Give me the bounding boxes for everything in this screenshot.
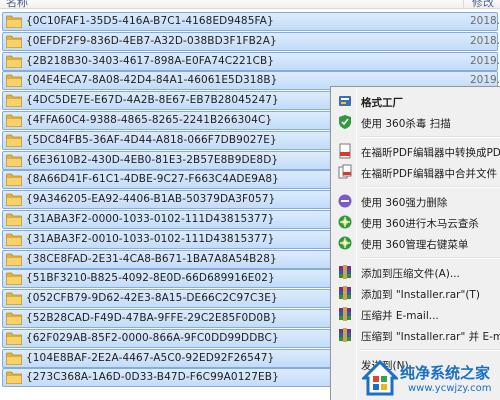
menu-item-pdf-convert[interactable]: 在福昕PDF编辑器中转换成PDF <box>333 141 500 161</box>
file-name: {104E8BAF-2E2A-4467-A5C0-92ED92F26547} <box>26 352 275 364</box>
watermark-url: www.ycwjzy.com <box>408 383 492 394</box>
menu-separator <box>359 349 500 351</box>
menu-item-label: 格式工厂 <box>361 97 403 109</box>
menu-item-label: 添加到 "Installer.rar"(T) <box>361 289 480 301</box>
file-date: 2019. <box>470 55 500 67</box>
context-menu: 格式工厂使用 360杀毒 扫描在福昕PDF编辑器中转换成PDF 在福昕PDF编辑器… <box>330 86 500 400</box>
360-context-menu-icon <box>338 236 352 250</box>
menu-item-format-factory[interactable]: 格式工厂 <box>333 91 500 111</box>
file-name: {8A66D41F-61C1-4DBE-9C27-F663C4ADE9A8} <box>26 173 279 185</box>
folder-icon <box>6 55 22 68</box>
menu-item-pdf-merge[interactable]: 在福昕PDF编辑器中合并文件 <box>333 162 500 182</box>
file-row[interactable]: {0EFDF2F9-836D-4EB7-A32D-038BD3F1FB2A} 20… <box>0 32 500 51</box>
column-divider[interactable] <box>463 0 464 8</box>
menu-item-label: 使用 360管理右键菜单 <box>361 239 469 251</box>
file-name: {4FFA60C4-9388-4865-8265-2241B266304C} <box>26 114 273 126</box>
menu-item-label: 使用 360杀毒 扫描 <box>361 118 451 130</box>
folder-icon <box>6 233 22 246</box>
folder-icon <box>6 371 22 384</box>
menu-item-360-context-menu[interactable]: 使用 360管理右键菜单 <box>333 233 500 253</box>
file-name: {0C10FAF1-35D5-416A-B7C1-4168ED9485FA} <box>26 15 274 27</box>
winrar-add-named-icon <box>339 286 351 300</box>
360-trojan-scan-icon <box>338 215 352 229</box>
menu-item-label: 在福昕PDF编辑器中转换成PDF <box>361 147 500 159</box>
file-name: {052CFB79-9D62-42E3-8A15-DE66C2C97C3E} <box>26 292 278 304</box>
file-name: {04E4ECA7-8A08-42D4-84A1-46061E5D318B} <box>26 74 278 86</box>
format-factory-icon <box>339 96 351 106</box>
column-header: 名称 修改日 <box>0 0 500 9</box>
file-name: {0EFDF2F9-836D-4EB7-A32D-038BD3F1FB2A} <box>26 35 277 47</box>
menu-separator <box>359 136 500 138</box>
file-name: {273C368A-1A6D-0D33-B47D-F6C99A0127EB} <box>26 371 279 383</box>
menu-item-360-antivirus[interactable]: 使用 360杀毒 扫描 <box>333 112 500 132</box>
file-row[interactable]: {2B218B30-3403-4617-898A-E0FA74C221CB} 20… <box>0 52 500 71</box>
file-name: {4DC5DE7E-E67D-4A2B-8E67-EB7B28045247} <box>26 94 279 106</box>
name-column-header[interactable]: 名称 <box>6 0 28 8</box>
pdf-convert-icon <box>339 143 351 159</box>
watermark-logo: 纯净系统之家 www.ycwjzy.com <box>362 356 500 400</box>
menu-item-label: 使用 360强力删除 <box>361 197 448 209</box>
folder-icon <box>6 114 22 127</box>
folder-icon <box>6 332 22 345</box>
winrar-compress-email-icon <box>339 328 351 342</box>
menu-item-winrar-add[interactable]: 添加到压缩文件(A)... <box>333 262 500 282</box>
pdf-merge-icon <box>338 164 352 179</box>
360-force-delete-icon <box>338 194 352 208</box>
watermark-title: 纯净系统之家 <box>400 364 491 382</box>
menu-item-360-trojan-scan[interactable]: 使用 360进行木马云查杀 <box>333 212 500 232</box>
menu-item-label: 压缩并 E-mail... <box>361 310 439 322</box>
file-name: {2B218B30-3403-4617-898A-E0FA74C221CB} <box>26 55 275 67</box>
watermark-house-icon <box>362 359 398 396</box>
folder-icon <box>6 272 22 285</box>
folder-icon <box>6 173 22 186</box>
file-name: {31ABA3F2-0010-1033-0102-111D43815377} <box>26 233 275 245</box>
menu-item-label: 在福昕PDF编辑器中合并文件 <box>361 168 497 180</box>
menu-separator <box>359 186 500 188</box>
menu-separator <box>359 257 500 259</box>
file-name: {51BF3210-B825-4092-8E0D-66D689916E02} <box>26 272 275 284</box>
folder-icon <box>6 134 22 147</box>
winrar-add-icon <box>339 265 351 279</box>
folder-icon <box>6 35 22 48</box>
folder-icon <box>6 292 22 305</box>
file-name: {62F029AB-85F2-0000-866A-9FC0DD99DDBC} <box>26 332 279 344</box>
file-name: {9A346205-EA92-4406-B1AB-50379DA3F057} <box>26 193 276 205</box>
menu-item-label: 添加到压缩文件(A)... <box>361 268 460 280</box>
folder-icon <box>6 154 22 167</box>
file-date: 2018. <box>470 35 500 47</box>
menu-item-winrar-email[interactable]: 压缩并 E-mail... <box>333 304 500 324</box>
folder-icon <box>6 312 22 325</box>
file-name: {5DC84FB5-36AF-4D44-A818-066F7DB9027E} <box>26 134 277 146</box>
file-name: {38CE8FAD-2E31-4CA8-B671-1BA7A8A54B28} <box>26 253 277 265</box>
folder-icon <box>6 213 22 226</box>
menu-item-360-force-delete[interactable]: 使用 360强力删除 <box>333 191 500 211</box>
file-row[interactable]: {0C10FAF1-35D5-416A-B7C1-4168ED9485FA} 20… <box>0 12 500 31</box>
folder-icon <box>6 94 22 107</box>
folder-icon <box>6 74 22 87</box>
file-name: {52B28CAD-F49D-47BA-9FFE-29C2E85F0D0B} <box>26 312 278 324</box>
menu-item-label: 压缩到 "Installer.rar" 并 E-mail <box>361 331 500 343</box>
file-date: 2018. <box>470 15 500 27</box>
menu-item-label: 使用 360进行木马云查杀 <box>361 218 479 230</box>
folder-icon <box>6 253 22 266</box>
360-antivirus-icon <box>339 115 351 129</box>
folder-icon <box>6 15 22 28</box>
folder-icon <box>6 352 22 365</box>
winrar-email-icon <box>339 307 351 321</box>
menu-item-winrar-add-named[interactable]: 添加到 "Installer.rar"(T) <box>333 283 500 303</box>
date-column-header[interactable]: 修改日 <box>472 0 500 8</box>
folder-icon <box>6 193 22 206</box>
file-name: {31ABA3F2-0000-1033-0102-111D43815377} <box>26 213 275 225</box>
file-name: {6E3610B2-430D-4EB0-81E3-2B57E8B9DE8D} <box>26 154 279 166</box>
menu-item-winrar-compress-email[interactable]: 压缩到 "Installer.rar" 并 E-mail <box>333 325 500 345</box>
file-date: 2019. <box>470 74 500 86</box>
